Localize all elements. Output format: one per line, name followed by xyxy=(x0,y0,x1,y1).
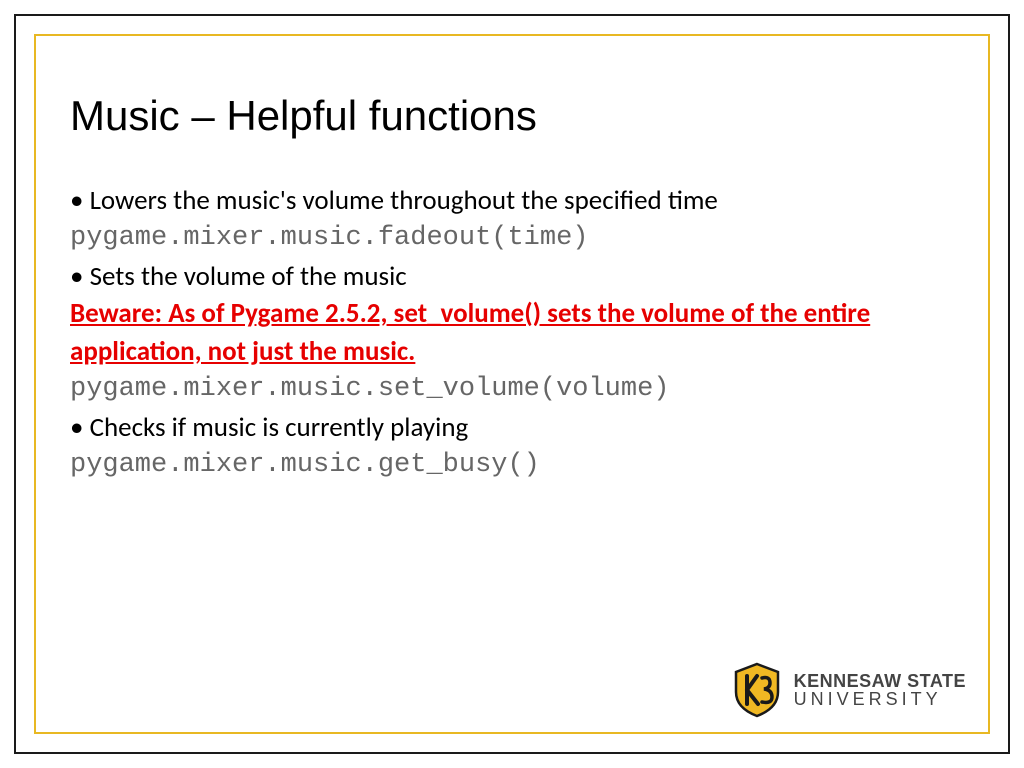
bullet-text: Checks if music is currently playing xyxy=(90,411,469,444)
code-line: pygame.mixer.music.get_busy() xyxy=(70,447,954,485)
code-line: pygame.mixer.music.set_volume(volume) xyxy=(70,371,954,409)
bullet-item: • Sets the volume of the music xyxy=(70,258,954,296)
slide-content: Music – Helpful functions • Lowers the m… xyxy=(70,92,954,484)
bullet-text: Sets the volume of the music xyxy=(90,260,407,293)
bullet-marker: • xyxy=(70,260,90,293)
logo-line2: UNIVERSITY xyxy=(794,690,966,708)
ksu-shield-icon xyxy=(732,662,782,718)
slide-body: • Lowers the music's volume throughout t… xyxy=(70,182,954,484)
bullet-text: Lowers the music's volume throughout the… xyxy=(90,184,718,217)
university-logo: KENNESAW STATE UNIVERSITY xyxy=(732,662,966,718)
bullet-marker: • xyxy=(70,411,90,444)
bullet-item: • Checks if music is currently playing xyxy=(70,409,954,447)
warning-text: Beware: As of Pygame 2.5.2, set_volume()… xyxy=(70,295,954,371)
code-line: pygame.mixer.music.fadeout(time) xyxy=(70,220,954,258)
logo-line1: KENNESAW STATE xyxy=(794,672,966,690)
slide-title: Music – Helpful functions xyxy=(70,92,954,140)
bullet-marker: • xyxy=(70,184,90,217)
logo-text: KENNESAW STATE UNIVERSITY xyxy=(794,672,966,708)
bullet-item: • Lowers the music's volume throughout t… xyxy=(70,182,954,220)
